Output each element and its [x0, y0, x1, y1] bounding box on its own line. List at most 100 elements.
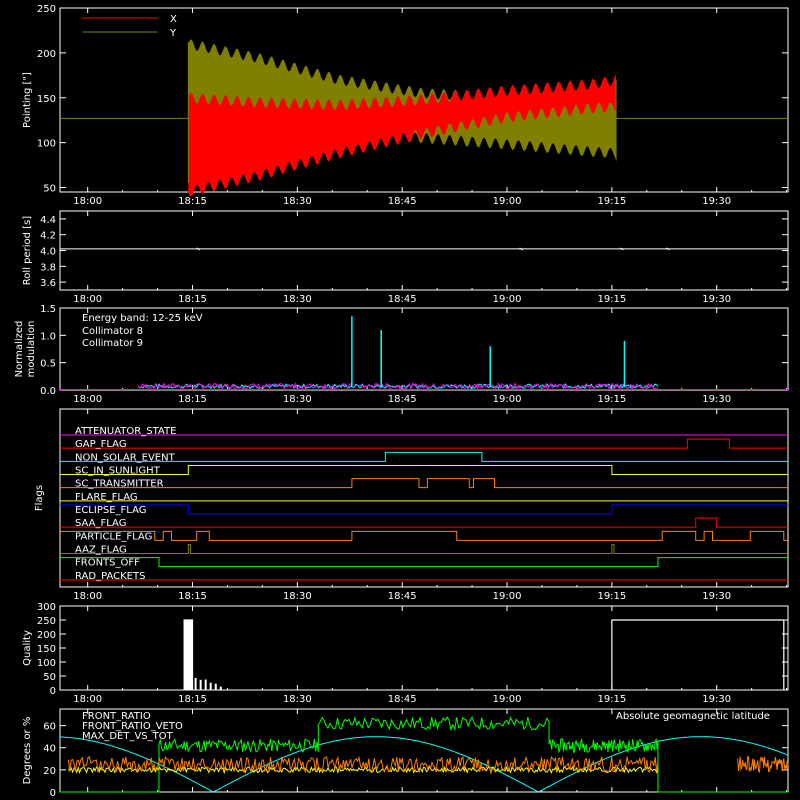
- quality-decay-bar: [204, 679, 207, 690]
- panel-frame: [59, 210, 789, 291]
- y-tick-label: 0.0: [40, 386, 56, 397]
- y-tick-label: 50: [43, 184, 56, 195]
- y-tick-label: 200: [37, 630, 56, 641]
- legend-label-collimator-9: Collimator 9: [82, 338, 143, 349]
- flag-label-non_solar_event: NON_SOLAR_EVENT: [75, 452, 176, 463]
- x-tick-label: 19:00: [493, 694, 522, 705]
- x-tick-label: 19:00: [493, 196, 522, 207]
- flag-label-sc_in_sunlight: SC_IN_SUNLIGHT: [75, 466, 161, 477]
- legend-label-collimator-8: Collimator 8: [82, 326, 143, 337]
- panel-roll: 18:00 18:15 18:30 18:45 19:00 19:15 19:30 3.6 3.…: [22, 210, 789, 305]
- flag-label-gap_flag: GAP_FLAG: [75, 439, 127, 450]
- panel-ratios: 0204060Degrees or %FRONT_RATIOFRONT_RATI…: [22, 708, 789, 799]
- x-tick-label: 18:30: [283, 694, 312, 705]
- panel-frame: [59, 605, 789, 691]
- x-tick-label: 19:00: [493, 394, 522, 405]
- y-tick-label: 0: [50, 788, 56, 799]
- x-tick-label: 18:30: [283, 294, 312, 305]
- x-tick-label: 19:30: [702, 294, 731, 305]
- x-tick-label: 19:15: [597, 196, 626, 207]
- max-det-vs-tot-late-series: [737, 755, 789, 774]
- y-axis-label: Pointing ["]: [22, 72, 33, 128]
- y-tick-label: 60: [43, 722, 56, 733]
- y-tick-label: 40: [43, 744, 56, 755]
- flag-label-attenuator_state: ATTENUATOR_STATE: [75, 426, 176, 437]
- y-tick-label: 3.6: [40, 278, 56, 289]
- x-tick-label: 18:15: [178, 694, 207, 705]
- flag-label-sc_transmitter: SC_TRANSMITTER: [75, 479, 164, 490]
- x-tick-label: 19:15: [597, 394, 626, 405]
- x-tick-label: 18:15: [178, 196, 207, 207]
- y-tick-label: 0.5: [40, 359, 56, 370]
- y-tick-label: 100: [37, 139, 56, 150]
- x-tick-label: 18:30: [283, 196, 312, 207]
- x-tick-label: 18:15: [178, 294, 207, 305]
- x-tick-label: 19:00: [493, 294, 522, 305]
- flag-label-eclipse_flag: ECLIPSE_FLAG: [75, 505, 146, 516]
- x-tick-label: 18:15: [178, 591, 207, 602]
- y-tick-label: 150: [37, 644, 56, 655]
- y-tick-label: 1.5: [40, 304, 56, 315]
- flag-label-particle_flag: PARTICLE_FLAG: [75, 531, 152, 542]
- flag-label-rad_packets: RAD_PACKETS: [75, 571, 145, 582]
- modulation-energy-band: Energy band: 12-25 keV: [82, 313, 203, 324]
- y-tick-label: 300: [37, 602, 56, 613]
- flag-trace-saa_flag: [60, 517, 788, 528]
- panel-quality: 18:00 18:15 18:30 18:45 19:00 19:15 19:30 0 50 10…: [22, 602, 789, 705]
- y-tick-label: 100: [37, 658, 56, 669]
- chart-layer: 18:00 18:15 18:30 18:45 19:00 19:15 19:30 50 100…: [14, 4, 789, 799]
- quality-decay-bar: [194, 677, 197, 690]
- y-tick-label: 1.0: [40, 331, 56, 342]
- x-tick-label: 19:15: [597, 294, 626, 305]
- quality-decay-bar: [214, 683, 217, 690]
- flag-trace-particle_flag: [60, 530, 788, 541]
- x-tick-label: 19:30: [702, 394, 731, 405]
- x-tick-label: 18:30: [283, 394, 312, 405]
- x-tick-label: 19:15: [597, 694, 626, 705]
- x-tick-label: 19:30: [702, 196, 731, 207]
- telemetry-figure: 18:00 18:15 18:30 18:45 19:00 19:15 19:30 50 100…: [0, 0, 800, 800]
- y-tick-label: 20: [43, 766, 56, 777]
- quality-decay-bar: [209, 682, 212, 690]
- flag-label-saa_flag: SAA_FLAG: [75, 518, 126, 529]
- y-axis-label: modulation: [26, 321, 37, 378]
- x-tick-label: 19:15: [597, 591, 626, 602]
- quality-block: [611, 619, 785, 690]
- x-tick-label: 18:15: [178, 394, 207, 405]
- legend-label-max_det_vs_tot: MAX_DET_VS_TOT: [82, 731, 174, 742]
- x-tick-label: 18:00: [73, 591, 102, 602]
- y-tick-label: 3.8: [40, 262, 56, 273]
- panel-modulation: 18:00 18:15 18:30 18:45 19:00 19:15 19:30 0.0 0.…: [14, 304, 789, 405]
- y-tick-label: 250: [37, 4, 56, 15]
- flag-trace-gap_flag: [60, 438, 788, 449]
- x-tick-label: 18:45: [388, 694, 417, 705]
- x-tick-label: 18:45: [388, 591, 417, 602]
- x-tick-label: 19:30: [702, 694, 731, 705]
- y-axis-label: Flags: [34, 485, 45, 511]
- geomag-annotation: Absolute geomagnetic latitude: [616, 711, 770, 722]
- legend-label-X: X: [170, 14, 177, 25]
- x-tick-label: 18:30: [283, 591, 312, 602]
- y-tick-label: 4.2: [40, 231, 56, 242]
- y-tick-label: 4.0: [40, 247, 56, 258]
- y-axis-label: Normalized: [14, 321, 25, 378]
- flag-label-fronts_off: FRONTS_OFF: [75, 558, 140, 569]
- y-axis-label: Degrees or %: [22, 717, 33, 785]
- flag-trace-sc_transmitter: [60, 478, 788, 489]
- flag-label-aaz_flag: AAZ_FLAG: [75, 545, 127, 556]
- legend-label-Y: Y: [169, 28, 177, 39]
- x-tick-label: 18:00: [73, 196, 102, 207]
- y-tick-label: 50: [43, 672, 56, 683]
- flag-trace-fronts_off: [60, 557, 788, 568]
- y-tick-label: 4.4: [40, 215, 56, 226]
- x-tick-label: 18:45: [388, 294, 417, 305]
- quality-decay-bar: [199, 679, 202, 690]
- y-tick-label: 200: [37, 49, 56, 60]
- y-tick-label: 250: [37, 616, 56, 627]
- x-tick-label: 19:00: [493, 591, 522, 602]
- y-tick-label: 150: [37, 94, 56, 105]
- flag-trace-eclipse_flag: [60, 504, 788, 515]
- x-tick-label: 19:30: [702, 591, 731, 602]
- x-tick-label: 18:45: [388, 394, 417, 405]
- x-tick-label: 18:00: [73, 694, 102, 705]
